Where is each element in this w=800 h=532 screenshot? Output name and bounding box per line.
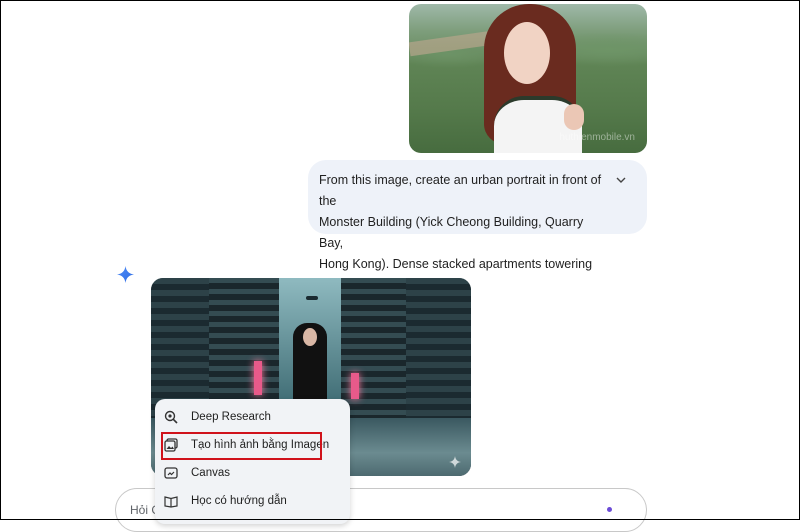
gen-building: [341, 278, 411, 433]
prompt-line-2: Monster Building (Yick Cheong Building, …: [319, 215, 584, 250]
user-prompt-bubble: From this image, create an urban portrai…: [308, 160, 647, 292]
chevron-down-icon[interactable]: [615, 174, 627, 186]
deep-research-icon: [164, 410, 178, 424]
menu-item-canvas[interactable]: Canvas: [155, 460, 350, 488]
menu-item-deep-research[interactable]: Deep Research: [155, 404, 350, 432]
gen-neon-sign: [254, 361, 262, 395]
menu-item-label: Học có hướng dẫn: [191, 495, 287, 507]
photo-hand: [564, 104, 584, 130]
gen-drone: [306, 296, 318, 300]
guided-learning-icon: [164, 496, 178, 508]
gen-person-face: [303, 328, 317, 346]
gemini-spark-icon: [117, 266, 134, 283]
image-watermark: huthienmobile.vn: [559, 132, 635, 143]
status-dot: [607, 507, 612, 512]
gen-neon-sign: [351, 373, 359, 399]
canvas-icon: [164, 467, 178, 479]
menu-item-image-generation[interactable]: Tạo hình ảnh bằng Imagen: [155, 432, 350, 460]
user-uploaded-image[interactable]: huthienmobile.vn: [409, 4, 647, 153]
tools-menu: Deep Research Tạo hình ảnh bằng Imagen C…: [155, 399, 350, 524]
photo-face: [504, 22, 550, 84]
image-gen-icon: [164, 438, 178, 452]
menu-item-label: Canvas: [191, 467, 230, 479]
menu-item-label: Deep Research: [191, 411, 271, 423]
menu-item-label: Tạo hình ảnh bằng Imagen: [191, 439, 330, 451]
sparkle-icon: [449, 456, 461, 468]
prompt-line-1: From this image, create an urban portrai…: [319, 173, 602, 208]
menu-item-guided-learning[interactable]: Học có hướng dẫn: [155, 488, 350, 516]
